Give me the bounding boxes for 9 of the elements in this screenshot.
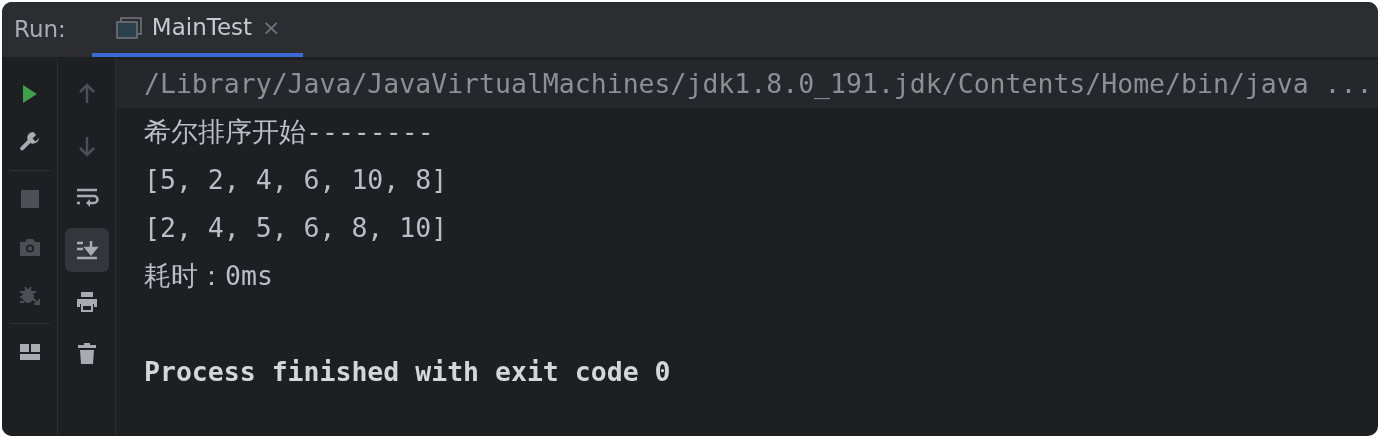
window-icon	[115, 16, 142, 39]
console-line: Process finished with exit code 0	[143, 355, 672, 389]
console-line: [5, 2, 4, 6, 10, 8]	[143, 163, 449, 197]
console-line: 希尔排序开始--------	[143, 115, 435, 149]
console-line: [2, 4, 5, 6, 8, 10]	[143, 211, 449, 245]
scroll-to-end-icon[interactable]	[74, 238, 99, 262]
printer-icon[interactable]	[74, 290, 99, 314]
panel-label: Run:	[14, 15, 66, 45]
console-line: 耗时：0ms	[143, 259, 274, 293]
